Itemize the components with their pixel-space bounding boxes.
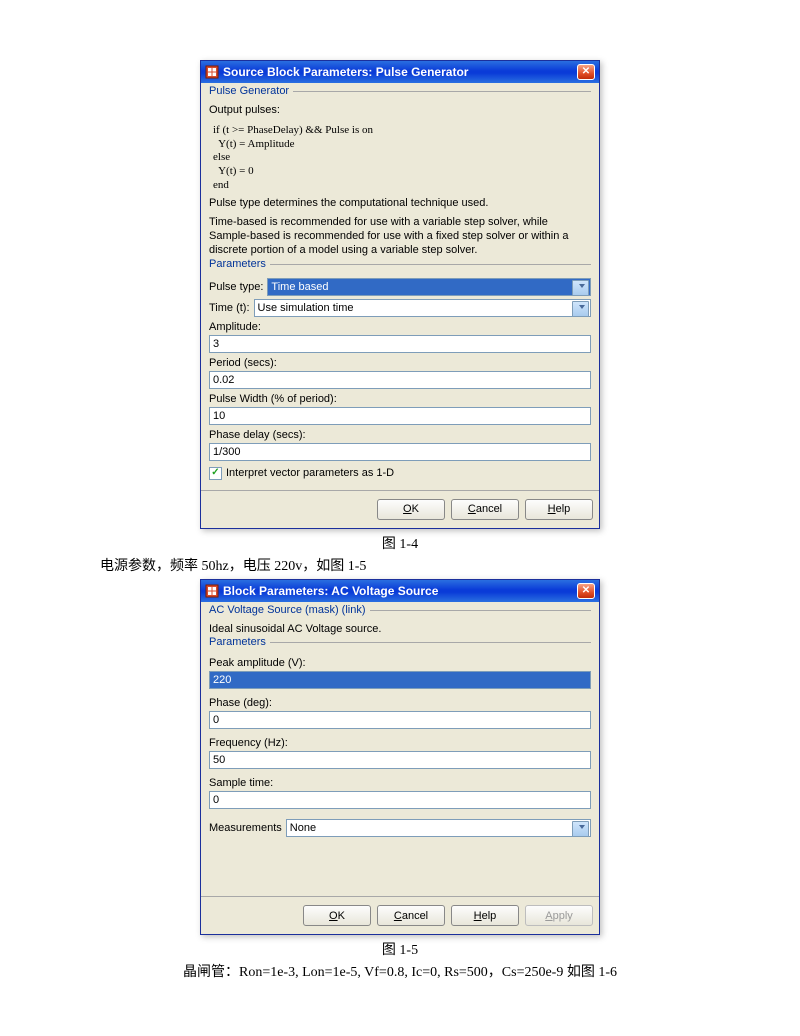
ac-voltage-dialog: Block Parameters: AC Voltage Source ✕ AC… [200,579,600,936]
phase-input[interactable] [209,711,591,729]
phase-delay-input[interactable] [209,443,591,461]
code-line: Y(t) = 0 [213,165,591,179]
sample-time-input[interactable] [209,791,591,809]
group-legend: AC Voltage Source (mask) (link) [209,604,370,616]
desc-text: Ideal sinusoidal AC Voltage source. [209,623,591,637]
measurements-select[interactable] [286,819,591,837]
apply-button: Apply [525,905,593,926]
cancel-button[interactable]: Cancel [451,499,519,520]
app-icon [205,65,219,79]
parameters-group: Parameters Pulse type: Time (t): [209,264,591,480]
figure-caption: 图 1-4 [90,533,710,553]
ok-button[interactable]: OK [303,905,371,926]
sample-time-label: Sample time: [209,777,591,789]
code-line: if (t >= PhaseDelay) && Pulse is on [213,124,591,138]
app-icon [205,584,219,598]
phase-delay-label: Phase delay (secs): [209,429,591,441]
close-button[interactable]: ✕ [577,64,595,80]
group-legend: Parameters [209,636,270,648]
desc-text: Time-based is recommended for use with a… [209,216,591,257]
period-input[interactable] [209,371,591,389]
peak-amplitude-label: Peak amplitude (V): [209,657,591,669]
titlebar[interactable]: Block Parameters: AC Voltage Source ✕ [201,580,599,602]
pulse-width-input[interactable] [209,407,591,425]
help-button[interactable]: Help [451,905,519,926]
code-line: else [213,151,591,165]
description-group: AC Voltage Source (mask) (link) Ideal si… [209,610,591,637]
checkbox[interactable]: ✓ [209,467,222,480]
amplitude-label: Amplitude: [209,321,591,333]
document-page: Source Block Parameters: Pulse Generator… [0,0,800,1025]
parameters-group: Parameters Peak amplitude (V): Phase (de… [209,642,591,890]
interpret-vector-checkbox-row[interactable]: ✓ Interpret vector parameters as 1-D [209,467,591,480]
code-block: if (t >= PhaseDelay) && Pulse is on Y(t)… [213,124,591,193]
frequency-label: Frequency (Hz): [209,737,591,749]
help-button[interactable]: Help [525,499,593,520]
time-select[interactable] [254,299,591,317]
measurements-label: Measurements [209,822,282,834]
amplitude-input[interactable] [209,335,591,353]
pulse-generator-dialog: Source Block Parameters: Pulse Generator… [200,60,600,529]
pulse-type-value[interactable] [267,278,591,296]
dialog-title: Source Block Parameters: Pulse Generator [223,65,577,79]
group-legend: Pulse Generator [209,85,293,97]
period-label: Period (secs): [209,357,591,369]
pulse-type-select[interactable] [267,278,591,296]
pulse-width-label: Pulse Width (% of period): [209,393,591,405]
dialog-body: AC Voltage Source (mask) (link) Ideal si… [201,602,599,891]
output-pulses-label: Output pulses: [209,104,591,118]
check-icon: ✓ [211,468,219,478]
close-button[interactable]: ✕ [577,583,595,599]
group-legend: Parameters [209,258,270,270]
titlebar[interactable]: Source Block Parameters: Pulse Generator… [201,61,599,83]
peak-amplitude-input[interactable] [209,671,591,689]
cancel-button[interactable]: Cancel [377,905,445,926]
pulse-type-label: Pulse type: [209,281,263,293]
body-text: 晶闸管：Ron=1e-3, Lon=1e-5, Vf=0.8, Ic=0, Rs… [90,961,710,981]
description-group: Pulse Generator Output pulses: if (t >= … [209,91,591,258]
code-line: Y(t) = Amplitude [213,138,591,152]
checkbox-label: Interpret vector parameters as 1-D [226,467,394,479]
measurements-value[interactable] [286,819,591,837]
dialog-body: Pulse Generator Output pulses: if (t >= … [201,83,599,480]
ok-button[interactable]: OK [377,499,445,520]
time-label: Time (t): [209,302,250,314]
time-value[interactable] [254,299,591,317]
code-line: end [213,179,591,193]
frequency-input[interactable] [209,751,591,769]
figure-caption: 图 1-5 [90,939,710,959]
button-row: OK Cancel Help Apply [201,896,599,934]
body-text: 电源参数，频率 50hz，电压 220v，如图 1-5 [100,555,710,575]
button-row: OK Cancel Help [201,490,599,528]
phase-label: Phase (deg): [209,697,591,709]
dialog-title: Block Parameters: AC Voltage Source [223,584,577,598]
desc-text: Pulse type determines the computational … [209,197,591,211]
